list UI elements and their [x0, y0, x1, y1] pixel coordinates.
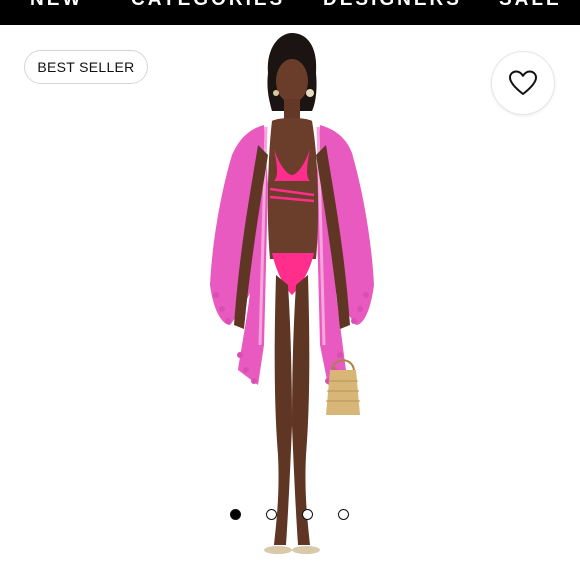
carousel-dot-4[interactable]	[338, 509, 349, 520]
nav-item-sale[interactable]: SALE	[499, 0, 562, 11]
carousel-dot-3[interactable]	[302, 509, 313, 520]
nav-item-categories[interactable]: CATEGORIES	[131, 0, 285, 11]
wishlist-button[interactable]	[491, 51, 555, 115]
best-seller-badge: BEST SELLER	[24, 50, 148, 84]
carousel-indicator	[230, 509, 350, 523]
straw-bag	[326, 370, 360, 415]
nav-item-new[interactable]: NEW	[30, 0, 83, 11]
face	[276, 59, 308, 103]
best-seller-label: BEST SELLER	[37, 59, 135, 75]
top-navigation: NEW CATEGORIES DESIGNERS SALE	[0, 0, 580, 25]
right-leg	[292, 275, 310, 545]
right-sandal	[292, 546, 320, 554]
heart-icon	[509, 70, 537, 95]
carousel-dot-1[interactable]	[230, 509, 241, 520]
left-leg	[274, 275, 292, 545]
nav-item-designers[interactable]: DESIGNERS	[323, 0, 462, 11]
left-sandal	[264, 546, 292, 554]
carousel-dot-2[interactable]	[266, 509, 277, 520]
neck	[284, 99, 300, 119]
product-photo	[210, 33, 374, 554]
